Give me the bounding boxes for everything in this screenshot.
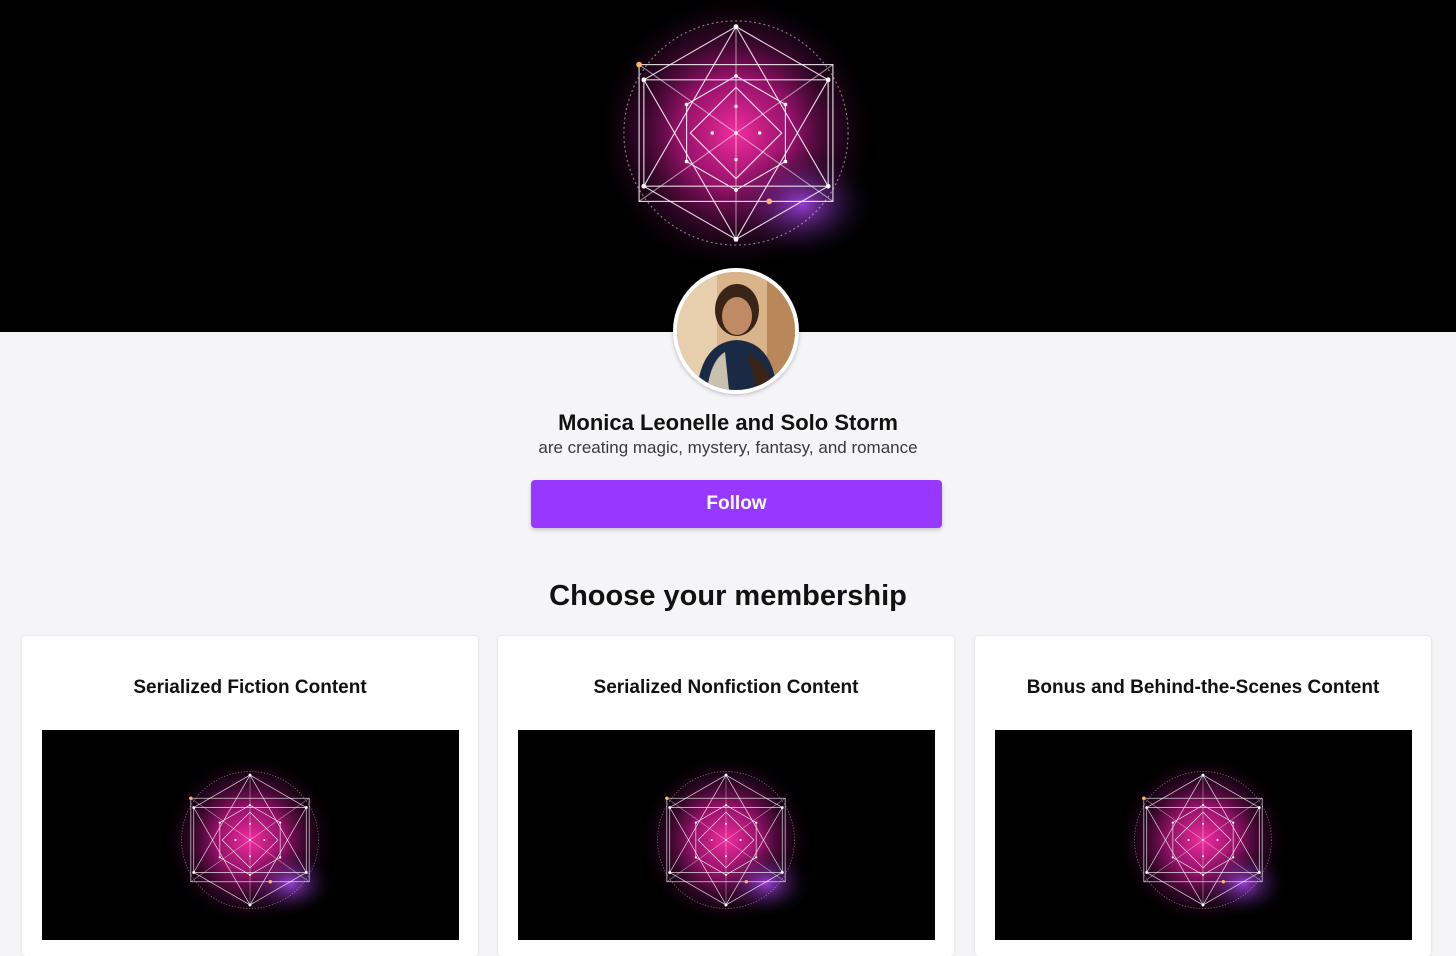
tier-image <box>42 730 459 940</box>
tier-art <box>995 730 1412 940</box>
tier-card[interactable]: Serialized Nonfiction Content <box>498 636 954 956</box>
creator-name: Monica Leonelle and Solo Storm <box>558 410 898 435</box>
avatar-photo <box>677 272 795 390</box>
tier-image <box>518 730 935 940</box>
tier-image <box>995 730 1412 940</box>
creator-avatar[interactable] <box>673 268 799 394</box>
tier-art <box>42 730 459 940</box>
tier-title: Bonus and Behind-the-Scenes Content <box>1026 677 1380 698</box>
tier-title: Serialized Fiction Content <box>133 677 367 698</box>
follow-button[interactable]: Follow <box>531 480 942 528</box>
tier-card[interactable]: Serialized Fiction Content <box>22 636 478 956</box>
tier-art <box>518 730 935 940</box>
creator-tagline: are creating magic, mystery, fantasy, an… <box>538 438 918 457</box>
membership-section-title: Choose your membership <box>549 580 907 612</box>
tier-card[interactable]: Bonus and Behind-the-Scenes Content <box>975 636 1431 956</box>
tier-title: Serialized Nonfiction Content <box>593 677 859 698</box>
